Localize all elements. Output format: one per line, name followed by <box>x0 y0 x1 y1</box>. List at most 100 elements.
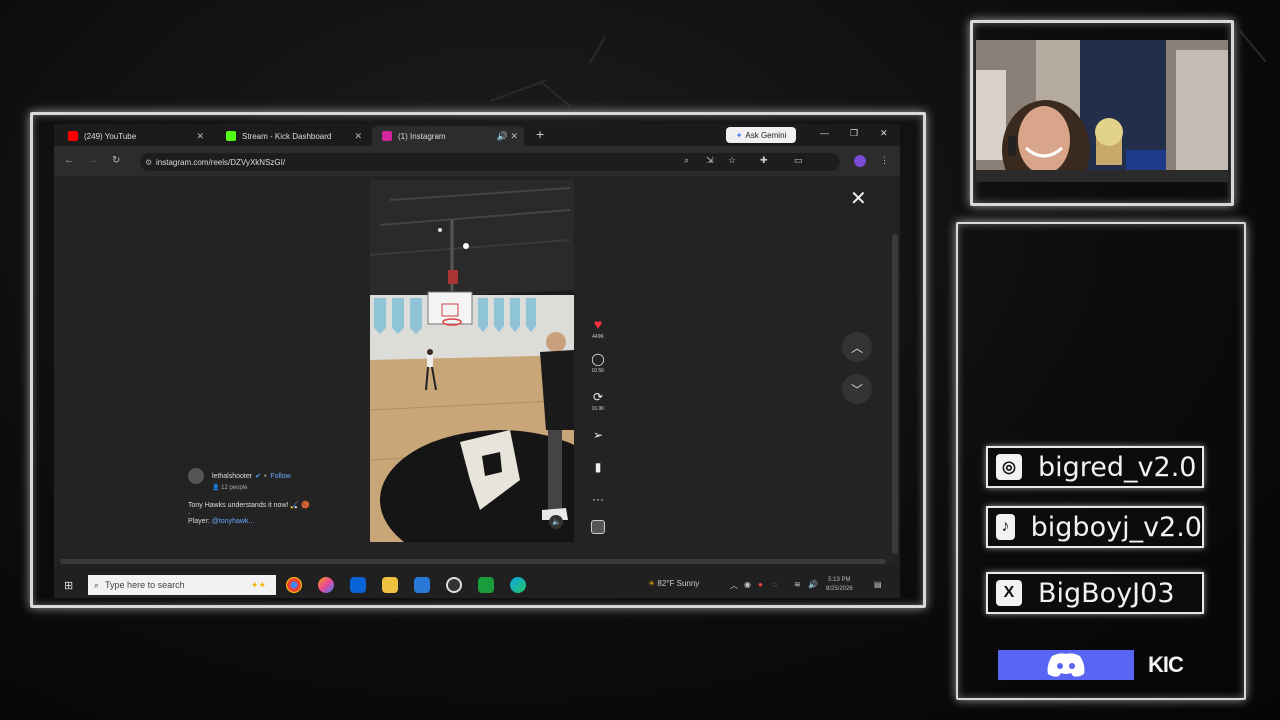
tab-youtube[interactable]: (249) YouTube ✕ <box>58 126 210 146</box>
sidebar-icon[interactable]: ▭ <box>794 155 803 166</box>
comment-count: 10.5K <box>591 368 605 374</box>
gemini-label: Ask Gemini <box>745 130 787 140</box>
windows-start-icon[interactable]: ⊞ <box>64 579 73 592</box>
social-handle: bigboyj_v2.0 <box>1030 511 1202 543</box>
share-button[interactable]: ➢ <box>586 428 610 442</box>
file-explorer-icon[interactable] <box>382 577 398 593</box>
instagram-icon: ◎ <box>996 454 1022 480</box>
minimize-button[interactable]: — <box>820 128 829 138</box>
tray-app-icon[interactable]: ◌ <box>772 580 777 589</box>
player-credit: Player: @tonyhawk... <box>188 518 368 525</box>
close-window-button[interactable]: ✕ <box>880 128 888 139</box>
xbox-icon[interactable] <box>478 577 494 593</box>
bookmark-star-icon[interactable]: ☆ <box>728 155 736 166</box>
forward-button[interactable]: → <box>88 155 98 166</box>
webcam-image <box>976 40 1228 182</box>
background-line <box>589 36 606 64</box>
profile-icon[interactable] <box>854 155 866 167</box>
avatar[interactable] <box>188 468 204 484</box>
clock-date: 8/25/2026 <box>826 586 853 592</box>
instagram-icon <box>382 131 392 141</box>
notification-icon[interactable]: ▤ <box>874 580 882 589</box>
store-icon[interactable] <box>414 577 430 593</box>
tiktok-icon: ♪ <box>996 514 1015 540</box>
background-line <box>489 79 547 102</box>
wifi-icon[interactable]: ≋ <box>794 580 801 589</box>
kick-logo: KIC <box>1148 652 1184 677</box>
extensions-icon[interactable]: ✚ <box>760 155 768 166</box>
reload-button[interactable]: ↻ <box>112 155 120 166</box>
social-handle: bigred_v2.0 <box>1038 451 1197 483</box>
like-count: 449K <box>592 334 604 340</box>
more-icon: ··· <box>592 492 604 506</box>
social-handle: BigBoyJ03 <box>1038 577 1175 609</box>
close-tab-icon[interactable]: ✕ <box>196 131 204 142</box>
site-info-icon[interactable]: ⚙ <box>145 158 152 167</box>
repost-count: 16.9K <box>591 406 605 412</box>
send-icon: ➢ <box>592 428 604 442</box>
username[interactable]: lethalshooter <box>212 473 252 480</box>
background-line <box>1239 30 1267 63</box>
more-options-button[interactable]: ··· <box>586 492 610 506</box>
ask-gemini-button[interactable]: ✦ Ask Gemini <box>726 127 796 143</box>
obs-icon[interactable] <box>446 577 462 593</box>
caption-text: Tony Hawks understands it now! 🏑 🏀 <box>188 502 310 509</box>
taskbar-search[interactable]: ⌕ Type here to search ✦✦ <box>88 575 276 595</box>
back-button[interactable]: ← <box>64 155 74 166</box>
menu-icon[interactable]: ⋮ <box>880 155 889 166</box>
clock[interactable]: 5:13 PM 8/25/2026 <box>826 576 853 594</box>
kick-icon <box>226 131 236 141</box>
search-placeholder: Type here to search <box>105 580 185 590</box>
url-text: instagram.com/reels/DZVyXkNSzGI/ <box>156 157 286 167</box>
vertical-scrollbar[interactable] <box>892 234 898 554</box>
tab-kick[interactable]: Stream - Kick Dashboard ✕ <box>216 126 368 146</box>
tab-label: (1) Instagram <box>398 131 446 141</box>
tray-chevron-icon[interactable]: ︿ <box>730 580 738 591</box>
close-tab-icon[interactable]: 🔊 ✕ <box>497 131 518 142</box>
follow-button[interactable]: Follow <box>270 473 290 480</box>
audio-thumb-icon <box>591 520 605 534</box>
audience-label: 12 people <box>221 485 248 491</box>
tab-instagram[interactable]: (1) Instagram 🔊 ✕ <box>372 126 524 146</box>
save-button[interactable]: ▮ <box>586 460 610 474</box>
audience-count: 👤 12 people <box>212 484 368 491</box>
horizontal-scrollbar[interactable] <box>60 559 886 564</box>
reel-caption: lethalshooter ✔ • Follow 👤 12 people Ton… <box>188 468 368 525</box>
copilot-sparkle-icon: ✦✦ <box>250 579 266 590</box>
chrome-icon[interactable] <box>286 577 302 593</box>
search-icon[interactable]: ⌕ <box>684 155 689 166</box>
browser-window: (249) YouTube ✕ Stream - Kick Dashboard … <box>54 124 900 598</box>
tray-app-icon[interactable]: ◉ <box>744 580 751 589</box>
tray-app-icon[interactable]: ● <box>758 580 763 589</box>
restore-button[interactable]: ❐ <box>850 128 858 139</box>
search-icon: ⌕ <box>94 579 100 590</box>
gym-scene <box>370 180 574 542</box>
weather-widget[interactable]: ☀ 82°F Sunny <box>648 579 699 588</box>
windows-taskbar: ⊞ ⌕ Type here to search ✦✦ ☀ 82°F Sunny … <box>54 572 900 598</box>
social-tiktok: ♪ bigboyj_v2.0 <box>986 506 1204 548</box>
install-icon[interactable]: ⇲ <box>706 155 714 166</box>
youtube-icon <box>68 131 78 141</box>
reel-video[interactable]: 🔈 <box>370 180 574 542</box>
like-button[interactable]: ♥ 449K <box>586 316 610 340</box>
comment-button[interactable]: ◯ 10.5K <box>586 352 610 374</box>
edge-icon[interactable] <box>510 577 526 593</box>
volume-icon[interactable]: 🔊 <box>808 580 818 589</box>
new-tab-button[interactable]: + <box>536 126 544 142</box>
clock-time: 5:13 PM <box>828 577 851 583</box>
audio-button[interactable] <box>586 520 610 537</box>
player-label: Player: <box>188 518 210 525</box>
copilot-icon[interactable] <box>318 577 334 593</box>
outlook-icon[interactable] <box>350 577 366 593</box>
next-reel-button[interactable]: ﹀ <box>842 374 872 404</box>
previous-reel-button[interactable]: ︿ <box>842 332 872 362</box>
bookmark-icon: ▮ <box>594 460 602 474</box>
tab-bar: (249) YouTube ✕ Stream - Kick Dashboard … <box>54 124 900 146</box>
close-tab-icon[interactable]: ✕ <box>354 131 362 142</box>
player-mention[interactable]: @tonyhawk... <box>212 518 255 525</box>
close-reel-icon[interactable]: ✕ <box>850 186 867 211</box>
sparkle-icon: ✦ <box>735 130 743 140</box>
mute-icon[interactable]: 🔈 <box>552 518 561 526</box>
people-icon: 👤 <box>212 485 220 491</box>
repost-button[interactable]: ⟳ 16.9K <box>586 390 610 412</box>
